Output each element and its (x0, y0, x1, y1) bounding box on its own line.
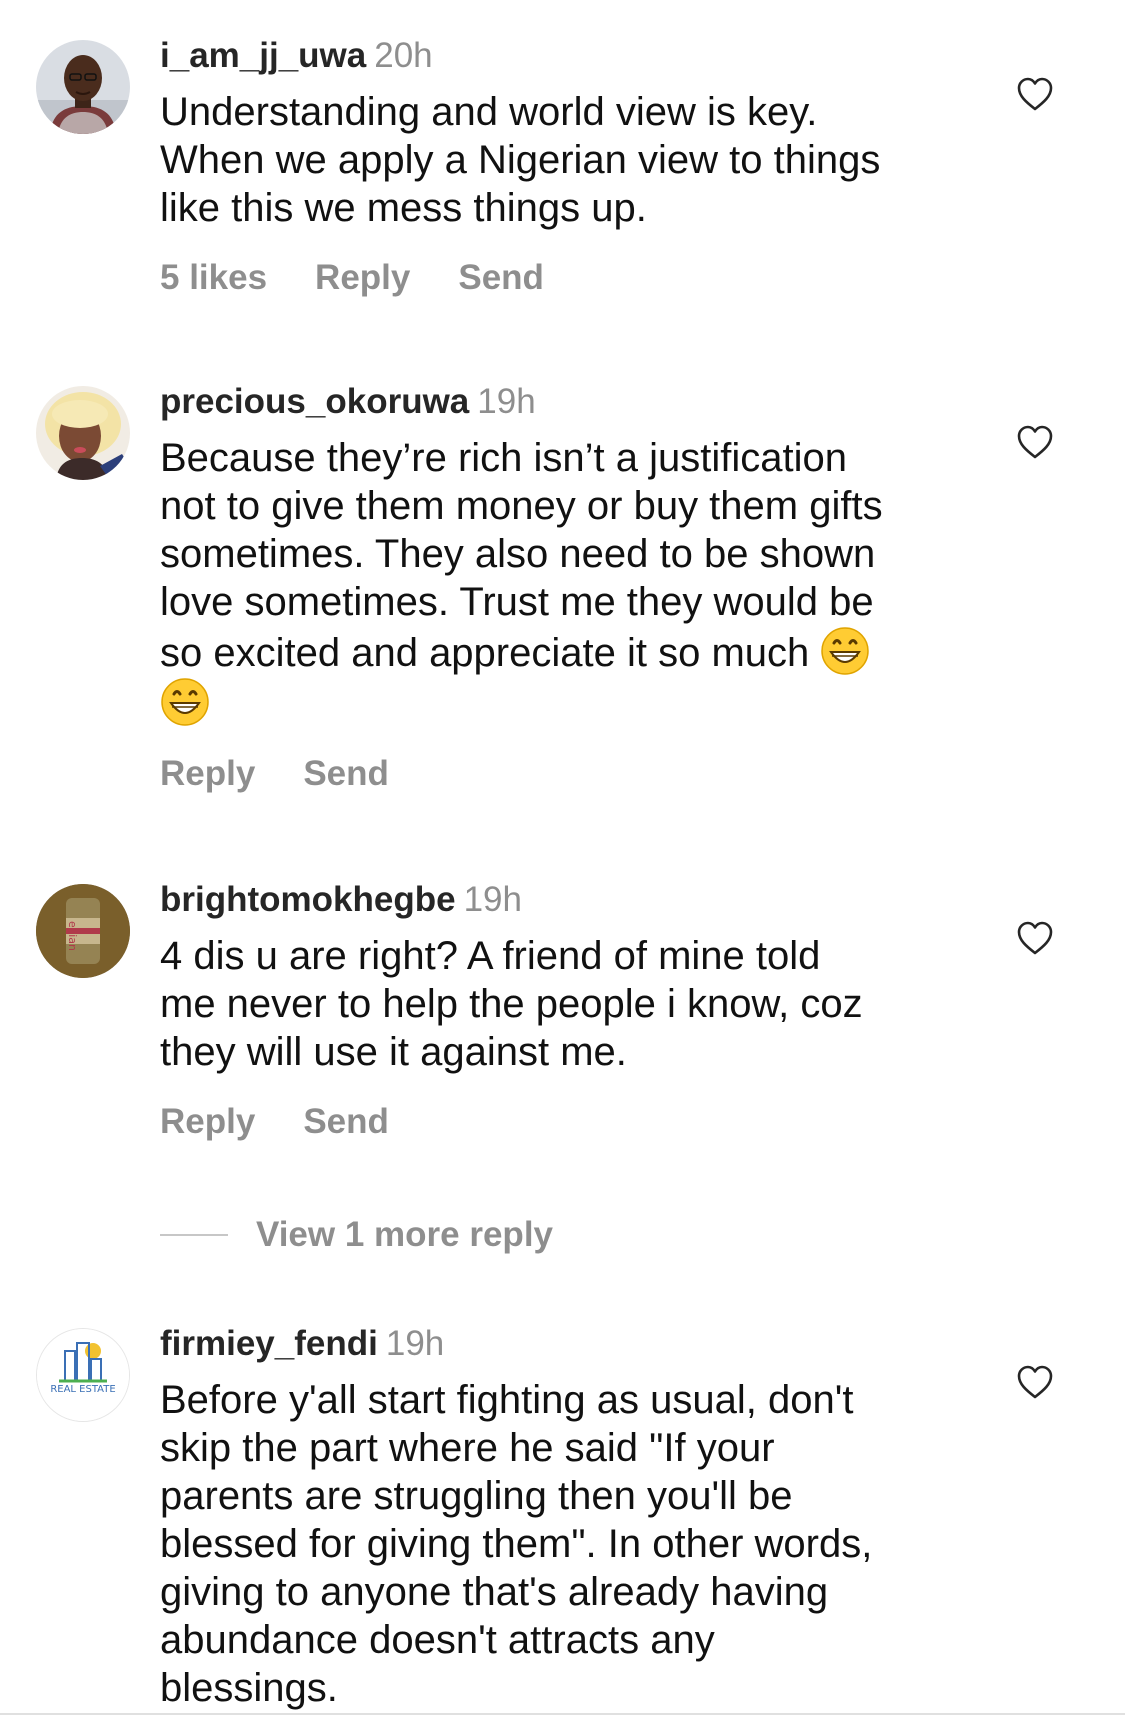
comment-line: 4 dis u are right? A friend of mine told (160, 934, 821, 978)
comment-text: Because they’re rich isn’t a justificati… (160, 434, 970, 728)
comment-line: skip the part where he said "If your (160, 1426, 775, 1470)
likes-count[interactable]: 5 likes (160, 258, 267, 297)
reply-button[interactable]: Reply (315, 258, 410, 297)
comment-line: giving to anyone that's already having (160, 1570, 829, 1614)
username[interactable]: firmiey_fendi (160, 1324, 378, 1363)
reply-button[interactable]: Reply (160, 1102, 255, 1141)
username[interactable]: precious_okoruwa (160, 382, 469, 421)
comment-line: so excited and appreciate it so much (160, 631, 810, 675)
timestamp: 19h (477, 382, 536, 421)
comment-text: 4 dis u are right? A friend of mine told… (160, 932, 970, 1076)
comment-header: precious_okoruwa 19h (160, 380, 970, 424)
send-button[interactable]: Send (458, 258, 544, 297)
comment-line: Understanding and world view is key. (160, 90, 818, 134)
comment-line: they will use it against me. (160, 1030, 627, 1074)
avatar-text: REAL ESTATE (50, 1384, 115, 1395)
view-more-replies-button[interactable]: View 1 more reply (160, 1213, 553, 1257)
comment-line: like this we mess things up. (160, 186, 647, 230)
comment-line: me never to help the people i know, coz (160, 982, 863, 1026)
comment-content: firmiey_fendi 19h Before y'all start figh… (160, 1322, 970, 1712)
comment-line: Because they’re rich isn’t a justificati… (160, 436, 847, 480)
heart-icon[interactable] (1016, 1364, 1054, 1400)
heart-icon[interactable] (1016, 920, 1054, 956)
avatar-text: evian (66, 921, 79, 951)
avatar[interactable] (36, 386, 130, 480)
comment-line: blessings. (160, 1666, 338, 1710)
comment-actions: Reply Send (160, 1100, 970, 1144)
timestamp: 20h (374, 36, 433, 75)
bottom-divider (0, 1713, 1125, 1715)
comment-header: brightomokhegbe 19h (160, 878, 970, 922)
comment-header: firmiey_fendi 19h (160, 1322, 970, 1366)
comment-line: abundance doesn't attracts any (160, 1618, 715, 1662)
comment-line: parents are struggling then you'll be (160, 1474, 793, 1518)
send-button[interactable]: Send (303, 1102, 389, 1141)
avatar[interactable]: REAL ESTATE (36, 1328, 130, 1422)
comment-line-with-emoji: so excited and appreciate it so much (160, 626, 970, 677)
comment-actions: Reply Send (160, 752, 970, 796)
grinning-face-emoji-icon (160, 677, 210, 727)
send-button[interactable]: Send (303, 754, 389, 793)
comment-text: Understanding and world view is key. Whe… (160, 88, 970, 232)
timestamp: 19h (385, 1324, 445, 1363)
comment-header: i_am_jj_uwa 20h (160, 34, 970, 78)
comment-line: sometimes. They also need to be shown (160, 532, 876, 576)
comment-line: blessed for giving them". In other words… (160, 1522, 873, 1566)
avatar[interactable] (36, 40, 130, 134)
timestamp: 19h (463, 880, 522, 919)
username[interactable]: brightomokhegbe (160, 880, 456, 919)
comment-content: brightomokhegbe 19h 4 dis u are right? A … (160, 878, 970, 1144)
comment-line-emoji-only (160, 677, 970, 728)
avatar[interactable]: evian (36, 884, 130, 978)
heart-icon[interactable] (1016, 424, 1054, 460)
username[interactable]: i_am_jj_uwa (160, 36, 366, 75)
comment-content: precious_okoruwa 19h Because they’re rich… (160, 380, 970, 796)
comment-content: i_am_jj_uwa 20h Understanding and world v… (160, 34, 970, 300)
comment-line: When we apply a Nigerian view to things (160, 138, 881, 182)
reply-button[interactable]: Reply (160, 754, 255, 793)
comment-line: not to give them money or buy them gifts (160, 484, 883, 528)
grinning-face-emoji-icon (820, 626, 870, 676)
comment-line: Before y'all start fighting as usual, do… (160, 1378, 854, 1422)
comment-actions: 5 likes Reply Send (160, 256, 970, 300)
comment-text: Before y'all start fighting as usual, do… (160, 1376, 970, 1712)
comment-line: love sometimes. Trust me they would be (160, 580, 874, 624)
reply-thread-line (160, 1234, 228, 1236)
view-more-replies-label: View 1 more reply (256, 1215, 554, 1254)
heart-icon[interactable] (1016, 76, 1054, 112)
